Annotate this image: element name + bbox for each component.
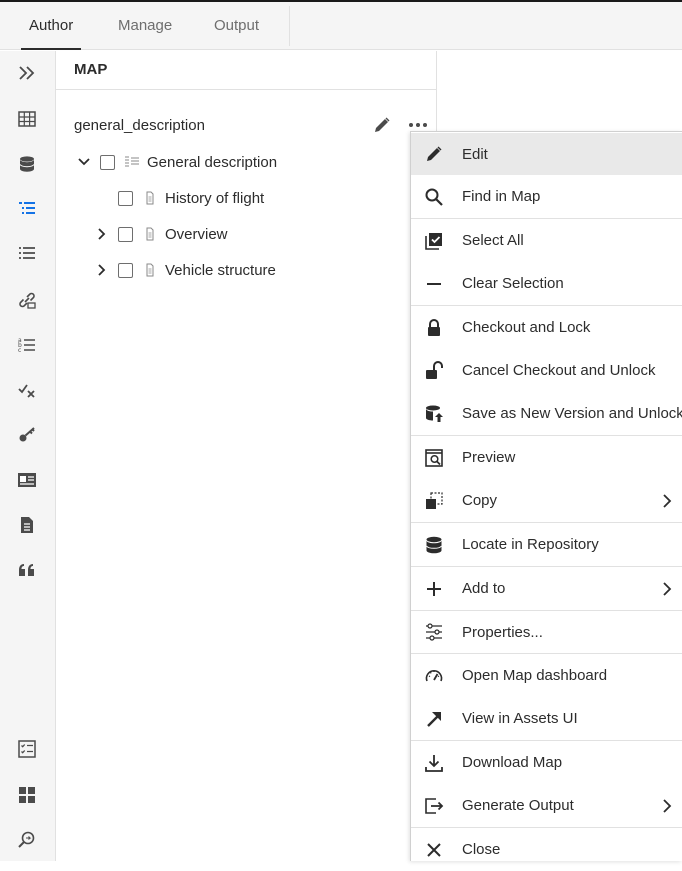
repository-icon[interactable] <box>16 153 38 175</box>
topic-file-icon <box>142 191 158 205</box>
tree-item-label: Overview <box>165 225 228 243</box>
tree-checkbox[interactable] <box>118 262 133 278</box>
menu-item-cancel-checkout-and-unlock[interactable]: Cancel Checkout and Unlock <box>411 349 682 392</box>
minus-icon <box>424 274 444 294</box>
svg-text:c: c <box>18 347 21 354</box>
menu-item-select-all[interactable]: Select All <box>411 219 682 262</box>
chevron-right-icon <box>661 798 673 813</box>
grid-icon[interactable] <box>16 108 38 130</box>
lock-icon <box>424 318 444 338</box>
map-panel: MAP general_description General descript… <box>56 51 437 861</box>
map-root-title[interactable]: general_description <box>74 117 205 134</box>
menu-item-copy[interactable]: Copy <box>411 479 682 522</box>
key-icon[interactable] <box>16 424 38 446</box>
menu-item-add-to[interactable]: Add to <box>411 567 682 610</box>
edit-pencil-icon[interactable] <box>372 115 392 135</box>
tree-item-vehicle-structure[interactable]: Vehicle structure <box>95 258 276 282</box>
tree-item-overview[interactable]: Overview <box>95 222 228 246</box>
tree-item-general-description[interactable]: General description <box>77 150 277 174</box>
find-replace-icon[interactable] <box>16 829 38 851</box>
menu-item-download-map[interactable]: Download Map <box>411 741 682 784</box>
gauge-icon <box>424 666 444 686</box>
download-icon <box>424 753 444 773</box>
properties-icon <box>424 622 444 642</box>
ordered-list-icon[interactable]: abc <box>16 334 38 356</box>
tab-author[interactable]: Author <box>20 2 82 50</box>
chevron-right-icon[interactable] <box>95 263 109 277</box>
chevron-right-icon[interactable] <box>95 227 109 241</box>
chevron-down-icon[interactable] <box>77 155 91 169</box>
checklist-icon[interactable] <box>16 738 38 760</box>
plus-icon <box>424 579 444 599</box>
chevron-right-icon <box>661 493 673 508</box>
document-icon[interactable] <box>16 514 38 536</box>
unlock-icon <box>424 360 444 381</box>
preview-icon <box>424 448 444 468</box>
topic-file-icon <box>142 227 158 241</box>
menu-item-find-in-map[interactable]: Find in Map <box>411 175 682 218</box>
tree-item-history-of-flight[interactable]: History of flight <box>118 186 264 210</box>
tab-manage[interactable]: Manage <box>118 2 172 50</box>
tree-item-label: History of flight <box>165 189 265 207</box>
menu-item-save-as-new-version-and-unlock[interactable]: Save as New Version and Unlock <box>411 392 682 435</box>
arrow-up-right-icon <box>424 709 444 729</box>
menu-item-close[interactable]: Close <box>411 828 682 871</box>
chevron-right-icon <box>661 581 673 596</box>
link-icon[interactable] <box>16 289 38 311</box>
quote-icon[interactable] <box>16 559 38 581</box>
tab-divider <box>289 6 290 46</box>
map-view-icon[interactable] <box>16 198 38 220</box>
copy-icon <box>424 491 444 511</box>
tab-bar: Author Manage Output <box>0 2 682 50</box>
menu-item-open-map-dashboard[interactable]: Open Map dashboard <box>411 654 682 697</box>
database-icon <box>424 535 444 555</box>
tree-checkbox[interactable] <box>100 154 115 170</box>
search-icon <box>424 187 444 207</box>
menu-item-checkout-and-lock[interactable]: Checkout and Lock <box>411 306 682 349</box>
tab-output[interactable]: Output <box>214 2 259 50</box>
menu-item-clear-selection[interactable]: Clear Selection <box>411 262 682 305</box>
expand-icon[interactable] <box>16 62 38 84</box>
list-icon[interactable] <box>16 243 38 265</box>
dashboard-icon[interactable] <box>16 784 38 806</box>
menu-item-locate-in-repository[interactable]: Locate in Repository <box>411 523 682 566</box>
pencil-icon <box>424 144 444 164</box>
context-menu: Edit Find in Map Select All Clear Select… <box>410 131 682 861</box>
menu-item-properties[interactable]: Properties... <box>411 611 682 653</box>
divider <box>56 89 437 90</box>
menu-item-view-in-assets-ui[interactable]: View in Assets UI <box>411 697 682 740</box>
spell-check-icon[interactable] <box>16 379 38 401</box>
topic-file-icon <box>142 263 158 277</box>
menu-item-edit[interactable]: Edit <box>411 133 682 175</box>
id-card-icon[interactable] <box>16 469 38 491</box>
tree-checkbox[interactable] <box>118 226 133 242</box>
select-all-icon <box>424 231 444 251</box>
menu-item-generate-output[interactable]: Generate Output <box>411 784 682 827</box>
close-icon <box>424 840 444 860</box>
topic-icon <box>124 155 140 169</box>
tree-checkbox[interactable] <box>118 190 133 206</box>
export-icon <box>424 796 444 816</box>
left-rail: abc <box>0 51 56 861</box>
tree-item-label: General description <box>147 153 278 171</box>
menu-item-preview[interactable]: Preview <box>411 436 682 479</box>
map-panel-title: MAP <box>74 61 108 78</box>
tree-item-label: Vehicle structure <box>165 261 276 279</box>
save-version-icon <box>424 404 444 424</box>
